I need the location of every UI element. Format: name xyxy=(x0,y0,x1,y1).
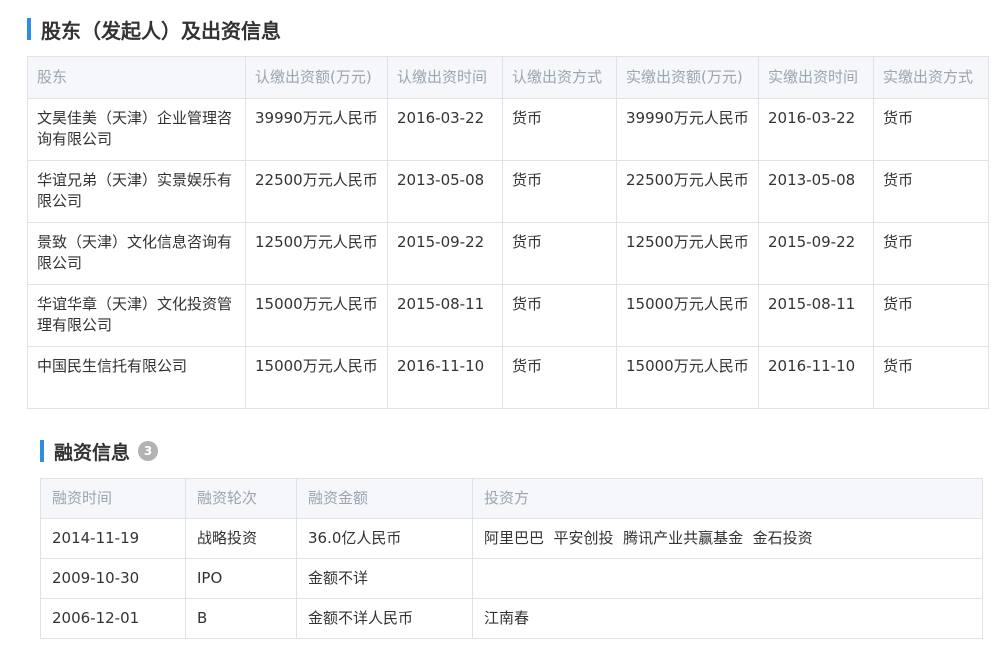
subscribed-method: 货币 xyxy=(502,222,617,285)
col-header-financing-date: 融资时间 xyxy=(40,478,186,519)
paid-amount: 15000万元人民币 xyxy=(616,346,759,409)
financing-date: 2014-11-19 xyxy=(40,518,186,559)
financing-table: 融资时间 融资轮次 融资金额 投资方 2014-11-19 战略投资 36.0亿… xyxy=(40,478,983,639)
financing-round: B xyxy=(185,598,297,639)
shareholder-name: 文昊佳美（天津）企业管理咨询有限公司 xyxy=(27,98,246,161)
paid-date: 2016-03-22 xyxy=(758,98,874,161)
col-header-paid-date: 实缴出资时间 xyxy=(758,56,874,99)
shareholders-title-text: 股东（发起人）及出资信息 xyxy=(41,18,281,43)
financing-amount: 36.0亿人民币 xyxy=(296,518,473,559)
shareholder-name: 华谊兄弟（天津）实景娱乐有限公司 xyxy=(27,160,246,223)
investors: 阿里巴巴 平安创投 腾讯产业共赢基金 金石投资 xyxy=(472,518,983,559)
table-header-row: 股东 认缴出资额(万元) 认缴出资时间 认缴出资方式 实缴出资额(万元) 实缴出… xyxy=(27,56,989,99)
col-header-paid-amount: 实缴出资额(万元) xyxy=(616,56,759,99)
table-row: 华谊兄弟（天津）实景娱乐有限公司 22500万元人民币 2013-05-08 货… xyxy=(27,160,989,223)
shareholder-name: 景致（天津）文化信息咨询有限公司 xyxy=(27,222,246,285)
paid-method: 货币 xyxy=(873,346,989,409)
subscribed-date: 2013-05-08 xyxy=(387,160,503,223)
subscribed-method: 货币 xyxy=(502,98,617,161)
financing-round: IPO xyxy=(185,558,297,599)
subscribed-amount: 22500万元人民币 xyxy=(245,160,388,223)
subscribed-date: 2015-09-22 xyxy=(387,222,503,285)
financing-amount: 金额不详 xyxy=(296,558,473,599)
table-row: 2014-11-19 战略投资 36.0亿人民币 阿里巴巴 平安创投 腾讯产业共… xyxy=(40,518,983,559)
paid-method: 货币 xyxy=(873,222,989,285)
investors: 江南春 xyxy=(472,598,983,639)
subscribed-method: 货币 xyxy=(502,160,617,223)
paid-amount: 39990万元人民币 xyxy=(616,98,759,161)
subscribed-date: 2016-03-22 xyxy=(387,98,503,161)
shareholder-name: 华谊华章（天津）文化投资管理有限公司 xyxy=(27,284,246,347)
col-header-financing-amount: 融资金额 xyxy=(296,478,473,519)
subscribed-method: 货币 xyxy=(502,346,617,409)
paid-date: 2015-08-11 xyxy=(758,284,874,347)
table-row: 景致（天津）文化信息咨询有限公司 12500万元人民币 2015-09-22 货… xyxy=(27,222,989,285)
col-header-investors: 投资方 xyxy=(472,478,983,519)
financing-title-text: 融资信息 xyxy=(54,441,131,464)
financing-section-title: 融资信息 3 xyxy=(40,436,159,466)
paid-date: 2015-09-22 xyxy=(758,222,874,285)
table-header-row: 融资时间 融资轮次 融资金额 投资方 xyxy=(40,478,983,519)
financing-date: 2009-10-30 xyxy=(40,558,186,599)
table-row: 华谊华章（天津）文化投资管理有限公司 15000万元人民币 2015-08-11… xyxy=(27,284,989,347)
paid-method: 货币 xyxy=(873,98,989,161)
paid-amount: 22500万元人民币 xyxy=(616,160,759,223)
subscribed-date: 2016-11-10 xyxy=(387,346,503,409)
col-header-paid-method: 实缴出资方式 xyxy=(873,56,989,99)
subscribed-method: 货币 xyxy=(502,284,617,347)
financing-round: 战略投资 xyxy=(185,518,297,559)
subscribed-amount: 12500万元人民币 xyxy=(245,222,388,285)
paid-amount: 12500万元人民币 xyxy=(616,222,759,285)
subscribed-amount: 15000万元人民币 xyxy=(245,346,388,409)
col-header-shareholder: 股东 xyxy=(27,56,246,99)
subscribed-date: 2015-08-11 xyxy=(387,284,503,347)
table-row: 中国民生信托有限公司 15000万元人民币 2016-11-10 货币 1500… xyxy=(27,346,989,409)
table-row: 2006-12-01 B 金额不详人民币 江南春 xyxy=(40,598,983,639)
col-header-subscribed-method: 认缴出资方式 xyxy=(502,56,617,99)
paid-method: 货币 xyxy=(873,284,989,347)
shareholder-name: 中国民生信托有限公司 xyxy=(27,346,246,409)
col-header-financing-round: 融资轮次 xyxy=(185,478,297,519)
investors xyxy=(472,558,983,599)
financing-date: 2006-12-01 xyxy=(40,598,186,639)
paid-date: 2013-05-08 xyxy=(758,160,874,223)
shareholders-section-title: 股东（发起人）及出资信息 xyxy=(27,14,281,44)
paid-date: 2016-11-10 xyxy=(758,346,874,409)
paid-method: 货币 xyxy=(873,160,989,223)
paid-amount: 15000万元人民币 xyxy=(616,284,759,347)
col-header-subscribed-amount: 认缴出资额(万元) xyxy=(245,56,388,99)
section-accent-bar xyxy=(27,18,31,40)
col-header-subscribed-date: 认缴出资时间 xyxy=(387,56,503,99)
shareholders-table: 股东 认缴出资额(万元) 认缴出资时间 认缴出资方式 实缴出资额(万元) 实缴出… xyxy=(27,56,989,409)
subscribed-amount: 39990万元人民币 xyxy=(245,98,388,161)
subscribed-amount: 15000万元人民币 xyxy=(245,284,388,347)
table-row: 2009-10-30 IPO 金额不详 xyxy=(40,558,983,599)
financing-count-badge: 3 xyxy=(138,441,159,461)
table-row: 文昊佳美（天津）企业管理咨询有限公司 39990万元人民币 2016-03-22… xyxy=(27,98,989,161)
financing-amount: 金额不详人民币 xyxy=(296,598,473,639)
section-accent-bar xyxy=(40,440,44,462)
